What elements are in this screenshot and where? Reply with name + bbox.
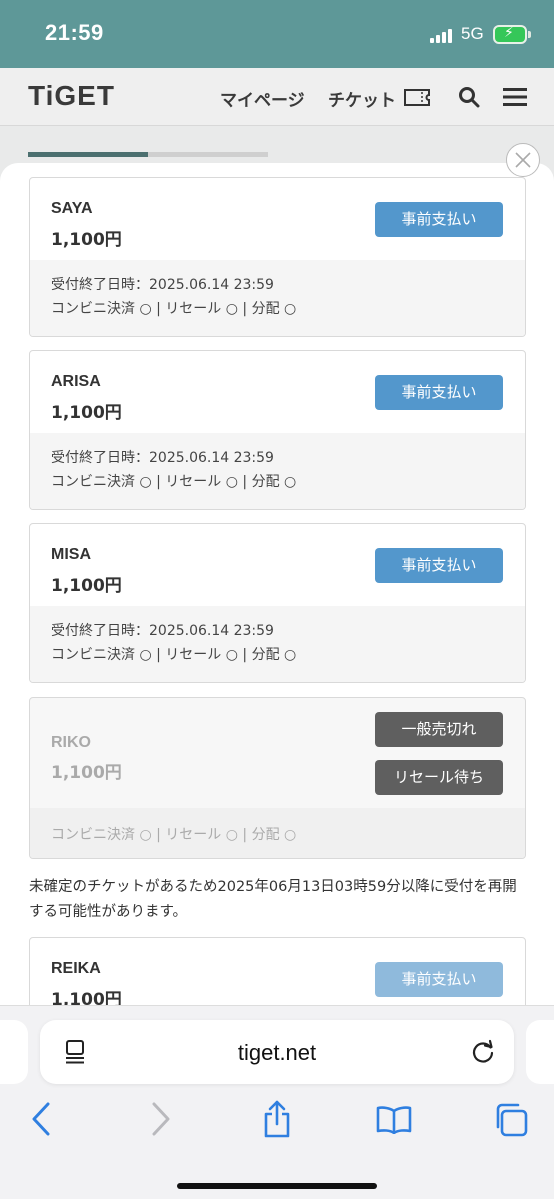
ticket-card-saya: SAYA 1,100円 事前支払い 受付終了日時：2025.06.14 23:5… xyxy=(29,177,526,337)
signal-icon xyxy=(430,27,454,43)
close-icon xyxy=(515,152,531,168)
ticket-options: コンビニ決済 ○ | リセール ○ | 分配 ○ xyxy=(51,647,297,663)
ticket-modal-sheet: SAYA 1,100円 事前支払い 受付終了日時：2025.06.14 23:5… xyxy=(0,163,554,1023)
resale-wait-button[interactable]: リセール待ち xyxy=(375,760,503,795)
ticket-price: 1,100円 xyxy=(51,230,122,250)
reload-icon[interactable] xyxy=(470,1039,496,1065)
ticket-deadline: 受付終了日時：2025.06.14 23:59 xyxy=(51,450,274,466)
ticket-card-misa: MISA 1,100円 事前支払い 受付終了日時：2025.06.14 23:5… xyxy=(29,523,526,683)
ticket-options: コンビニ決済 ○ | リセール ○ | 分配 ○ xyxy=(51,474,297,490)
tabs-icon[interactable] xyxy=(494,1103,528,1137)
ticket-card-riko: RIKO 1,100円 一般売切れ リセール待ち コンビニ決済 ○ | リセール… xyxy=(29,697,526,859)
network-label: 5G xyxy=(461,24,484,43)
prepay-button[interactable]: 事前支払い xyxy=(375,548,503,583)
ticket-deadline: 受付終了日時：2025.06.14 23:59 xyxy=(51,277,274,293)
url-text: tiget.net xyxy=(237,1040,317,1065)
ticket-price: 1,100円 xyxy=(51,576,122,596)
ticket-name: SAYA xyxy=(51,200,93,217)
status-bar: 21:59 5G ⚡ xyxy=(0,0,554,68)
browser-bar: tiget.net xyxy=(0,1005,554,1199)
ticket-name: RIKO xyxy=(51,734,91,751)
ticket-name: REIKA xyxy=(51,960,101,977)
search-icon[interactable] xyxy=(458,86,480,108)
ticket-name: ARISA xyxy=(51,373,101,390)
address-bar[interactable]: tiget.net xyxy=(40,1020,514,1084)
ticket-deadline: 受付終了日時：2025.06.14 23:59 xyxy=(51,623,274,639)
reopen-notice: 未確定のチケットがあるため2025年06月13日03時59分以降に受付を再開する… xyxy=(29,879,517,920)
soldout-button[interactable]: 一般売切れ xyxy=(375,712,503,747)
prepay-button[interactable]: 事前支払い xyxy=(375,962,503,997)
status-time: 21:59 xyxy=(45,20,104,45)
ticket-card-arisa: ARISA 1,100円 事前支払い 受付終了日時：2025.06.14 23:… xyxy=(29,350,526,510)
previous-tab-pill[interactable] xyxy=(0,1020,28,1084)
ticket-name: MISA xyxy=(51,546,91,563)
prepay-button[interactable]: 事前支払い xyxy=(375,375,503,410)
ticket-options: コンビニ決済 ○ | リセール ○ | 分配 ○ xyxy=(51,827,297,843)
nav-ticket[interactable]: チケット xyxy=(328,86,396,111)
battery-icon: ⚡ xyxy=(493,25,527,44)
close-button[interactable] xyxy=(506,143,540,177)
share-icon[interactable] xyxy=(262,1100,292,1138)
home-indicator xyxy=(177,1183,377,1189)
forward-icon[interactable] xyxy=(150,1102,172,1136)
site-logo[interactable]: TiGET xyxy=(28,80,115,112)
ticket-price: 1,100円 xyxy=(51,403,122,423)
next-tab-pill[interactable] xyxy=(526,1020,554,1084)
site-header: TiGET マイページ チケット xyxy=(0,68,554,126)
nav-mypage[interactable]: マイページ xyxy=(220,86,305,111)
battery-tip xyxy=(528,31,531,38)
prepay-button[interactable]: 事前支払い xyxy=(375,202,503,237)
back-icon[interactable] xyxy=(30,1102,52,1136)
ticket-price: 1,100円 xyxy=(51,763,122,783)
bookmarks-icon[interactable] xyxy=(376,1106,412,1134)
ticket-options: コンビニ決済 ○ | リセール ○ | 分配 ○ xyxy=(51,301,297,317)
ticket-icon[interactable] xyxy=(404,89,430,106)
hamburger-menu-icon[interactable] xyxy=(503,87,527,107)
